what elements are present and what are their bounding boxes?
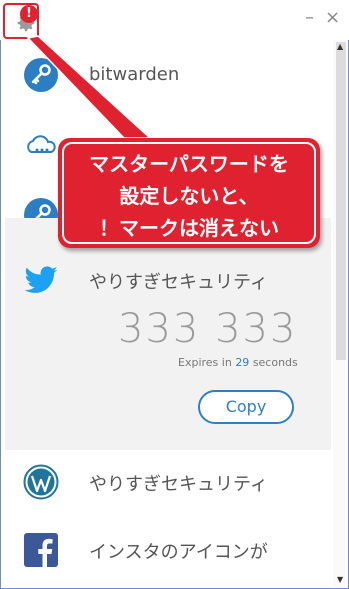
expires-text: Expires in 29 seconds <box>178 356 298 369</box>
item-name: bitwarden <box>89 64 180 85</box>
expires-suffix: seconds <box>252 356 298 369</box>
otp-code: 333 333 <box>118 306 298 352</box>
twitter-icon <box>24 266 58 293</box>
facebook-icon <box>24 533 58 568</box>
item-name: やりすぎセキュリティ <box>89 474 268 495</box>
callout-line-1: マスターパスワードを <box>89 152 289 176</box>
callout-line-3: ！マークは消えない <box>99 216 279 240</box>
copy-button[interactable]: Copy <box>198 390 294 424</box>
warning-icon: ! <box>20 5 38 23</box>
expires-seconds: 29 <box>235 356 250 369</box>
cloud-icon <box>27 135 56 153</box>
scroll-up-arrow[interactable]: ▲ <box>337 42 343 51</box>
key-icon <box>24 58 58 92</box>
callout-line-2: 設定しないと、 <box>119 184 259 208</box>
item-name: やりすぎセキュリティ <box>89 272 268 293</box>
title-bar: ! – × <box>0 0 349 40</box>
expires-prefix: Expires in <box>178 356 232 369</box>
callout-text: マスターパスワードを 設定しないと、 ！マークは消えない <box>58 148 320 244</box>
list-item-wordpress[interactable]: やりすぎセキュリティ <box>5 450 331 520</box>
annotation-callout: マスターパスワードを 設定しないと、 ！マークは消えない <box>58 138 320 248</box>
scrollbar-thumb[interactable] <box>336 42 346 360</box>
list-item-facebook[interactable]: インスタのアイコンが <box>5 520 331 587</box>
item-name: インスタのアイコンが <box>89 542 268 563</box>
wordpress-icon <box>23 464 59 500</box>
minimize-button[interactable]: – <box>305 8 314 28</box>
scroll-down-arrow[interactable]: ▼ <box>337 575 343 584</box>
list-item-bitwarden[interactable]: bitwarden <box>5 40 331 110</box>
close-button[interactable]: × <box>325 8 340 28</box>
